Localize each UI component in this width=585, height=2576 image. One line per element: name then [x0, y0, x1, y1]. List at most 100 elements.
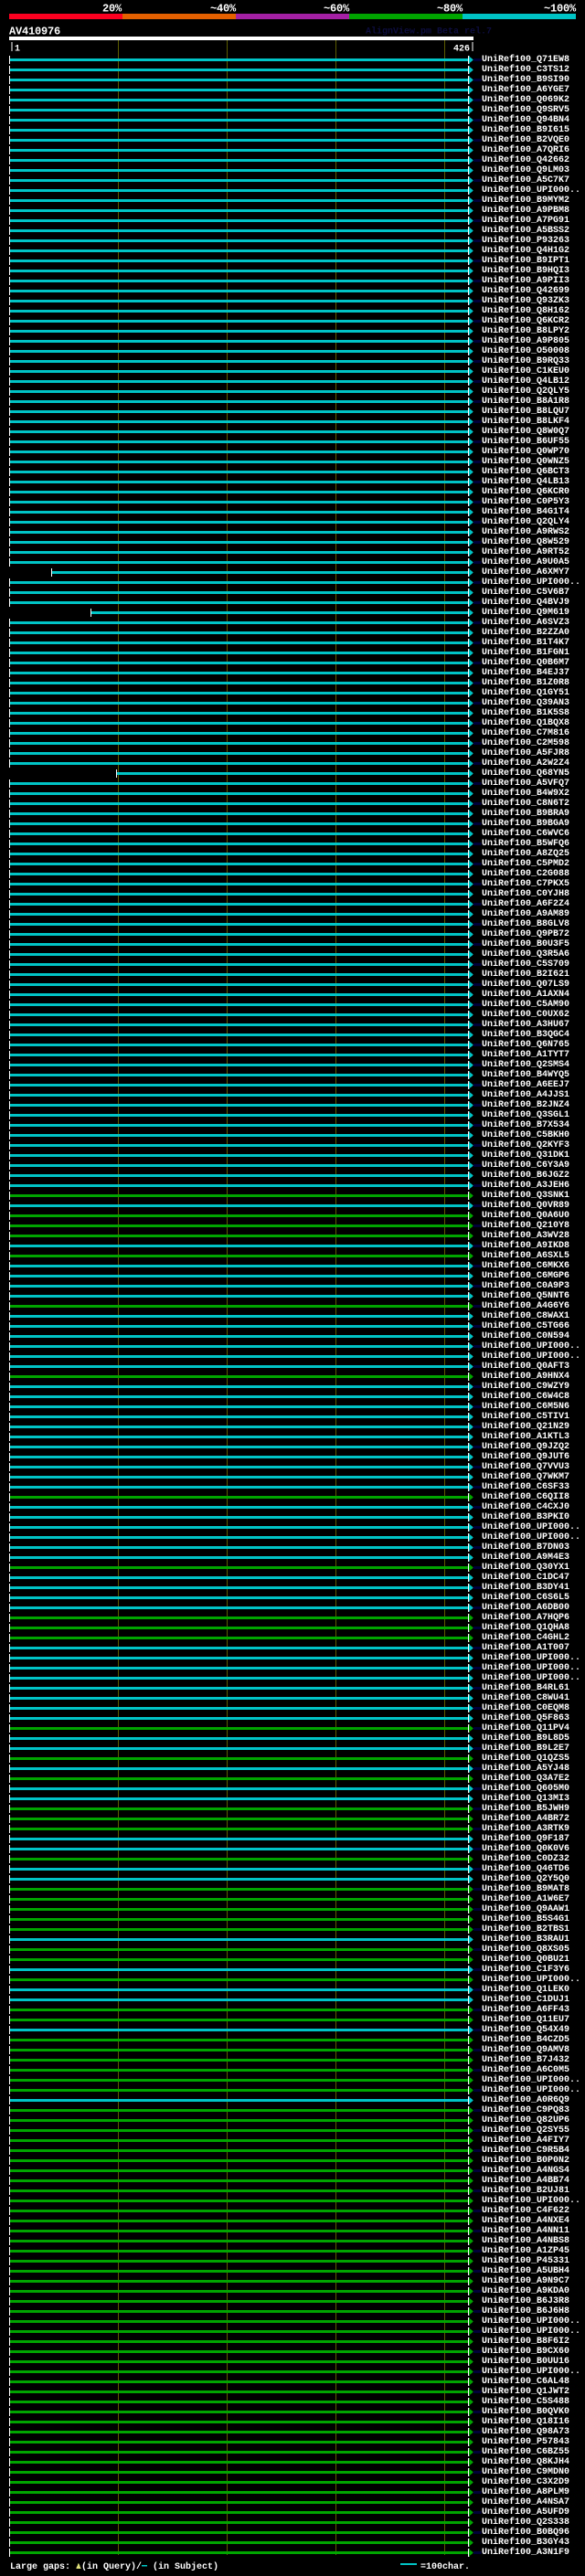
svg-text:UniRef100_Q1QHA8: UniRef100_Q1QHA8 — [482, 1622, 569, 1633]
svg-text:UniRef100_Q18I16: UniRef100_Q18I16 — [482, 2416, 569, 2427]
svg-text:UniRef100_UPI000..: UniRef100_UPI000.. — [482, 1521, 580, 1532]
svg-text:UniRef100_B4G1T4: UniRef100_B4G1T4 — [482, 506, 569, 517]
svg-text:UniRef100_Q4LB13: UniRef100_Q4LB13 — [482, 476, 569, 487]
svg-text:UniRef100_A9U0A5: UniRef100_A9U0A5 — [482, 557, 569, 567]
svg-text:UniRef100_C4GHL2: UniRef100_C4GHL2 — [482, 1632, 569, 1643]
svg-text:UniRef100_C6MKX6: UniRef100_C6MKX6 — [482, 1260, 569, 1271]
svg-text:UniRef100_Q42699: UniRef100_Q42699 — [482, 285, 569, 296]
svg-text:UniRef100_B3QGC4: UniRef100_B3QGC4 — [482, 1029, 569, 1040]
svg-text:UniRef100_A6EEJ7: UniRef100_A6EEJ7 — [482, 1079, 569, 1090]
svg-text:~100%: ~100% — [544, 2, 577, 15]
svg-text:UniRef100_A1KTL3: UniRef100_A1KTL3 — [482, 1431, 569, 1442]
svg-text:UniRef100_B4EJ37: UniRef100_B4EJ37 — [482, 667, 569, 678]
svg-text:UniRef100_C9R5B4: UniRef100_C9R5B4 — [482, 2145, 569, 2156]
svg-text:UniRef100_A9M4E3: UniRef100_A9M4E3 — [482, 1552, 569, 1563]
svg-text:UniRef100_B9MYM2: UniRef100_B9MYM2 — [482, 195, 569, 206]
svg-text:UniRef100_Q2QLY4: UniRef100_Q2QLY4 — [482, 516, 569, 527]
svg-text:UniRef100_B1K5S8: UniRef100_B1K5S8 — [482, 707, 569, 718]
svg-text:UniRef100_Q2S338: UniRef100_Q2S338 — [482, 2517, 569, 2528]
svg-text:UniRef100_O50008: UniRef100_O50008 — [482, 345, 569, 356]
svg-text:UniRef100_Q069K2: UniRef100_Q069K2 — [482, 94, 569, 105]
svg-text:UniRef100_Q7VVU3: UniRef100_Q7VVU3 — [482, 1461, 569, 1472]
svg-text:UniRef100_A4JJS1: UniRef100_A4JJS1 — [482, 1089, 569, 1100]
svg-text:UniRef100_C5TIV1: UniRef100_C5TIV1 — [482, 1411, 569, 1422]
svg-text:UniRef100_B2TBS1: UniRef100_B2TBS1 — [482, 1924, 569, 1935]
svg-text:UniRef100_Q39AN3: UniRef100_Q39AN3 — [482, 697, 569, 708]
svg-text:UniRef100_A7PG91: UniRef100_A7PG91 — [482, 215, 569, 226]
svg-text:UniRef100_UPI000..: UniRef100_UPI000.. — [482, 2326, 580, 2337]
svg-text:UniRef100_Q07LS9: UniRef100_Q07LS9 — [482, 979, 569, 990]
svg-text:UniRef100_B9CX60: UniRef100_B9CX60 — [482, 2346, 569, 2357]
svg-text:UniRef100_Q21N29: UniRef100_Q21N29 — [482, 1421, 569, 1432]
svg-text:UniRef100_Q3A7E2: UniRef100_Q3A7E2 — [482, 1773, 569, 1784]
svg-text:UniRef100_C5S709: UniRef100_C5S709 — [482, 959, 569, 970]
svg-text:UniRef100_C6MGP6: UniRef100_C6MGP6 — [482, 1270, 569, 1281]
svg-text:UniRef100_UPI000..: UniRef100_UPI000.. — [482, 2074, 580, 2085]
svg-text:UniRef100_Q9JZQ2: UniRef100_Q9JZQ2 — [482, 1441, 569, 1452]
svg-text:UniRef100_C8WAX1: UniRef100_C8WAX1 — [482, 1310, 569, 1321]
svg-text:UniRef100_C3X2D9: UniRef100_C3X2D9 — [482, 2476, 569, 2487]
svg-text:UniRef100_A5FJR8: UniRef100_A5FJR8 — [482, 747, 569, 758]
svg-text:Large gaps:: Large gaps: — [10, 2562, 70, 2572]
svg-text:UniRef100_A3JEH6: UniRef100_A3JEH6 — [482, 1180, 569, 1191]
svg-text:UniRef100_C9MDN0: UniRef100_C9MDN0 — [482, 2466, 569, 2477]
svg-text:UniRef100_B6JGZ2: UniRef100_B6JGZ2 — [482, 1170, 569, 1181]
svg-text:UniRef100_A4FIY7: UniRef100_A4FIY7 — [482, 2135, 569, 2146]
svg-text:UniRef100_A4NGS4: UniRef100_A4NGS4 — [482, 2165, 569, 2176]
svg-text:UniRef100_Q71EW8: UniRef100_Q71EW8 — [482, 54, 569, 65]
svg-text:UniRef100_Q0K0V6: UniRef100_Q0K0V6 — [482, 1843, 569, 1854]
svg-text:UniRef100_Q210Y8: UniRef100_Q210Y8 — [482, 1220, 569, 1231]
svg-text:UniRef100_A4NXE4: UniRef100_A4NXE4 — [482, 2215, 569, 2226]
svg-text:UniRef100_A3WV28: UniRef100_A3WV28 — [482, 1230, 569, 1241]
svg-text:UniRef100_B9BGA9: UniRef100_B9BGA9 — [482, 818, 569, 829]
svg-text:UniRef100_Q0AFT3: UniRef100_Q0AFT3 — [482, 1361, 569, 1372]
svg-text:~60%: ~60% — [324, 2, 350, 15]
svg-text:UniRef100_A6C0M5: UniRef100_A6C0M5 — [482, 2064, 569, 2075]
svg-text:UniRef100_Q2SMS4: UniRef100_Q2SMS4 — [482, 1059, 569, 1070]
svg-text:UniRef100_B9HQI3: UniRef100_B9HQI3 — [482, 265, 569, 276]
svg-text:UniRef100_A6F2Z4: UniRef100_A6F2Z4 — [482, 898, 569, 909]
svg-text:UniRef100_B9I615: UniRef100_B9I615 — [482, 124, 569, 135]
svg-text:UniRef100_C7PKX5: UniRef100_C7PKX5 — [482, 878, 569, 889]
svg-text:UniRef100_A9N9C7: UniRef100_A9N9C7 — [482, 2275, 569, 2286]
svg-text:UniRef100_A1AXN4: UniRef100_A1AXN4 — [482, 989, 569, 1000]
svg-text:UniRef100_Q2QLY5: UniRef100_Q2QLY5 — [482, 386, 569, 397]
svg-text:UniRef100_A9HNX4: UniRef100_A9HNX4 — [482, 1371, 569, 1382]
svg-text:UniRef100_A5YJ48: UniRef100_A5YJ48 — [482, 1763, 569, 1774]
svg-text:UniRef100_C5S488: UniRef100_C5S488 — [482, 2396, 569, 2407]
svg-text:UniRef100_A9IKD8: UniRef100_A9IKD8 — [482, 1240, 569, 1251]
svg-text:UniRef100_A6YGE7: UniRef100_A6YGE7 — [482, 84, 569, 95]
svg-text:UniRef100_B2UJ81: UniRef100_B2UJ81 — [482, 2185, 569, 2196]
svg-text:UniRef100_C0YJH8: UniRef100_C0YJH8 — [482, 888, 569, 899]
svg-text:UniRef100_B6UF55: UniRef100_B6UF55 — [482, 436, 569, 447]
svg-text:UniRef100_C6W4C8: UniRef100_C6W4C8 — [482, 1391, 569, 1402]
svg-text:UniRef100_A8PLM9: UniRef100_A8PLM9 — [482, 2486, 569, 2497]
svg-text:UniRef100_Q0VR89: UniRef100_Q0VR89 — [482, 1200, 569, 1211]
svg-text:UniRef100_A9RWS2: UniRef100_A9RWS2 — [482, 526, 569, 537]
svg-text:UniRef100_B0U3F5: UniRef100_B0U3F5 — [482, 938, 569, 949]
svg-text:426: 426 — [453, 45, 470, 55]
svg-text:UniRef100_Q9M619: UniRef100_Q9M619 — [482, 607, 569, 618]
svg-text:UniRef100_A3HU67: UniRef100_A3HU67 — [482, 1019, 569, 1030]
svg-text:UniRef100_A6SVZ3: UniRef100_A6SVZ3 — [482, 617, 569, 628]
svg-text:UniRef100_A4NN11: UniRef100_A4NN11 — [482, 2225, 569, 2236]
svg-text:UniRef100_Q5F863: UniRef100_Q5F863 — [482, 1712, 569, 1723]
svg-text:UniRef100_Q2Y5Q0: UniRef100_Q2Y5Q0 — [482, 1873, 569, 1884]
svg-text:UniRef100_A4NSA7: UniRef100_A4NSA7 — [482, 2496, 569, 2507]
svg-text:UniRef100_Q3SNK1: UniRef100_Q3SNK1 — [482, 1190, 569, 1201]
svg-text:UniRef100_C4CXJ0: UniRef100_C4CXJ0 — [482, 1501, 569, 1512]
svg-text:UniRef100_C5BKH0: UniRef100_C5BKH0 — [482, 1129, 569, 1140]
svg-text:UniRef100_A3RTK9: UniRef100_A3RTK9 — [482, 1823, 569, 1834]
svg-text:UniRef100_Q9LM03: UniRef100_Q9LM03 — [482, 164, 569, 175]
svg-text:UniRef100_A7QRI6: UniRef100_A7QRI6 — [482, 144, 569, 155]
svg-text:UniRef100_B2JNZ4: UniRef100_B2JNZ4 — [482, 1099, 569, 1110]
svg-text:UniRef100_P45331: UniRef100_P45331 — [482, 2255, 569, 2266]
svg-text:UniRef100_B9SI90: UniRef100_B9SI90 — [482, 74, 569, 85]
svg-text:UniRef100_A9P805: UniRef100_A9P805 — [482, 335, 569, 346]
svg-text:UniRef100_Q9F187: UniRef100_Q9F187 — [482, 1833, 569, 1844]
svg-text:UniRef100_B0BQ96: UniRef100_B0BQ96 — [482, 2527, 569, 2538]
svg-text:UniRef100_UPI000..: UniRef100_UPI000.. — [482, 2366, 580, 2377]
svg-text:UniRef100_B1T4K7: UniRef100_B1T4K7 — [482, 637, 569, 648]
svg-text:UniRef100_A1T007: UniRef100_A1T007 — [482, 1642, 569, 1653]
svg-text:UniRef100_C6S6L5: UniRef100_C6S6L5 — [482, 1592, 569, 1603]
